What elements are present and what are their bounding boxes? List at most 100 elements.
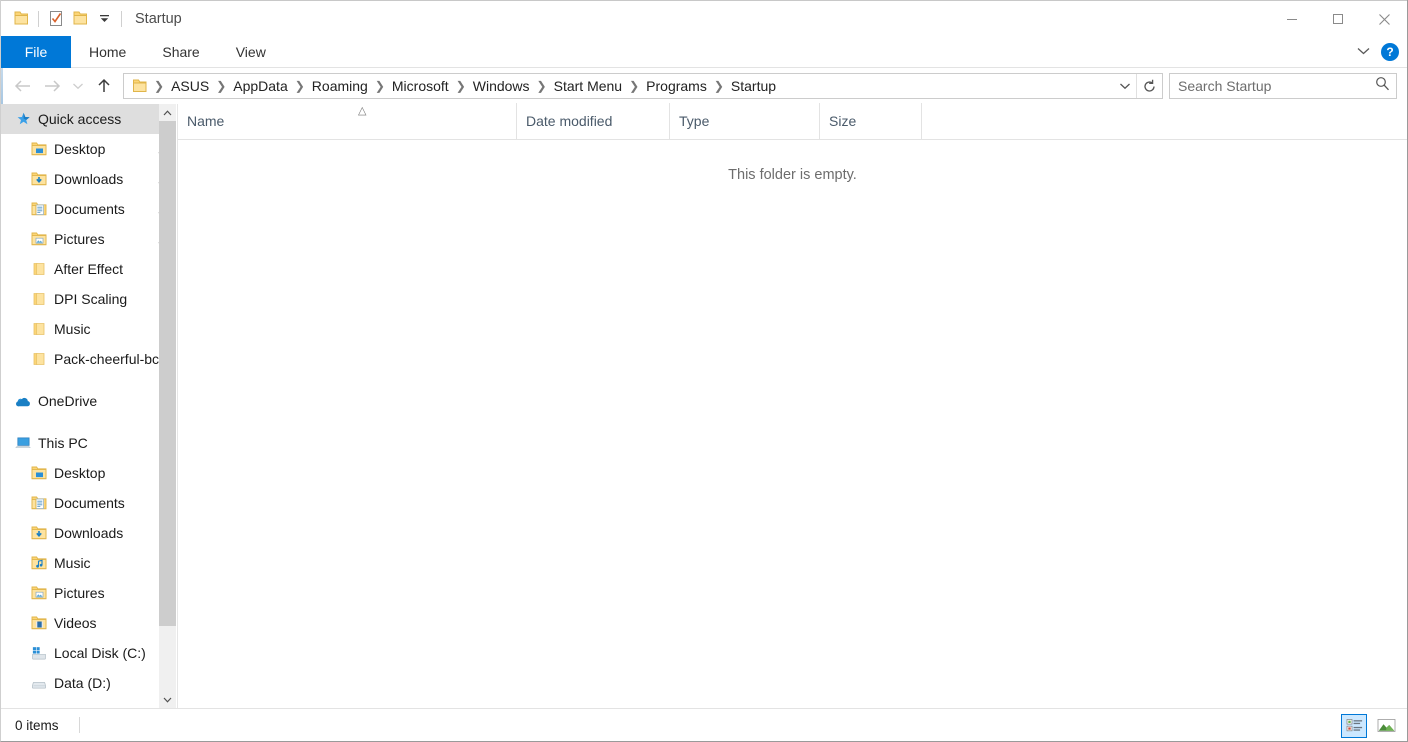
sidebar-item-label: Videos <box>54 615 97 631</box>
sidebar-item-label: DPI Scaling <box>54 291 128 307</box>
tab-share[interactable]: Share <box>144 36 217 68</box>
folder-documents-icon <box>31 495 47 511</box>
breadcrumb-item-programs[interactable]: Programs <box>641 75 712 97</box>
new-folder-checkbox-icon[interactable] <box>44 7 68 31</box>
sidebar-item-qa-downloads[interactable]: Downloads <box>1 164 176 194</box>
sidebar-item-this-pc[interactable]: This PC <box>1 428 176 458</box>
sidebar-item-local-disk-c[interactable]: Local Disk (C:) <box>1 638 176 668</box>
breadcrumb-separator[interactable]: ❯ <box>373 75 387 97</box>
qat-divider-1 <box>38 10 39 27</box>
sidebar-item-qa-desktop[interactable]: Desktop <box>1 134 176 164</box>
sidebar-item-pc-videos[interactable]: Videos <box>1 608 176 638</box>
sidebar-item-qa-dpi-scaling[interactable]: DPI Scaling <box>1 284 176 314</box>
breadcrumb-separator[interactable]: ❯ <box>454 75 468 97</box>
sidebar-item-label: Quick access <box>38 111 122 127</box>
navigation-pane-scrollbar[interactable] <box>159 104 176 708</box>
breadcrumb-item-startup[interactable]: Startup <box>726 75 781 97</box>
empty-folder-message: This folder is empty. <box>728 167 857 183</box>
address-bar[interactable]: ❯ ASUS ❯ AppData ❯ Roaming ❯ Microsoft ❯… <box>123 73 1163 99</box>
large-icons-view-button[interactable] <box>1373 714 1399 738</box>
scroll-down-arrow-icon[interactable] <box>159 691 176 708</box>
sidebar-item-qa-documents[interactable]: Documents <box>1 194 176 224</box>
details-view-button[interactable] <box>1341 713 1367 738</box>
sort-ascending-icon: △ <box>358 105 367 117</box>
windows-drive-icon <box>31 645 47 661</box>
help-button[interactable]: ? <box>1381 43 1399 61</box>
breadcrumb-item-start-menu[interactable]: Start Menu <box>549 75 627 97</box>
search-input[interactable] <box>1178 78 1375 94</box>
folder-icon <box>31 321 47 337</box>
scrollbar-track[interactable] <box>159 121 176 691</box>
folder-pictures-icon <box>31 585 47 601</box>
refresh-button[interactable] <box>1136 74 1162 98</box>
this-pc-icon <box>15 435 31 451</box>
sidebar-item-label: OneDrive <box>38 393 98 409</box>
breadcrumb: ❯ ASUS ❯ AppData ❯ Roaming ❯ Microsoft ❯… <box>124 74 1114 98</box>
customize-quick-access-chevron-icon[interactable] <box>92 7 116 31</box>
breadcrumb-separator[interactable]: ❯ <box>627 75 641 97</box>
breadcrumb-separator[interactable]: ❯ <box>712 75 726 97</box>
sidebar-item-qa-pictures[interactable]: Pictures <box>1 224 176 254</box>
breadcrumb-item-windows[interactable]: Windows <box>468 75 535 97</box>
sidebar-item-qa-after-effect[interactable]: After Effect <box>1 254 176 284</box>
address-dropdown-chevron-icon[interactable] <box>1114 74 1136 98</box>
sidebar-item-label: Downloads <box>54 525 124 541</box>
sidebar-item-label: Desktop <box>54 465 106 481</box>
breadcrumb-item-appdata[interactable]: AppData <box>228 75 292 97</box>
column-header-name[interactable]: Name △ <box>178 103 517 139</box>
breadcrumb-separator[interactable]: ❯ <box>535 75 549 97</box>
properties-folder-icon[interactable] <box>9 7 33 31</box>
expand-ribbon-chevron-icon[interactable] <box>1356 43 1371 61</box>
tab-home[interactable]: Home <box>71 36 144 68</box>
sidebar-item-data-d[interactable]: Data (D:) <box>1 668 176 698</box>
sidebar-item-pc-documents[interactable]: Documents <box>1 488 176 518</box>
scrollbar-thumb[interactable] <box>159 121 176 626</box>
sidebar-item-qa-music[interactable]: Music <box>1 314 176 344</box>
sidebar-item-onedrive[interactable]: OneDrive <box>1 386 176 416</box>
column-header-label: Date modified <box>526 113 613 129</box>
drive-icon <box>31 675 47 691</box>
tab-view[interactable]: View <box>218 36 284 68</box>
file-list-pane: Name △ Date modified Type Size This fold… <box>177 103 1407 708</box>
sidebar-item-label: Local Disk (C:) <box>54 645 146 661</box>
navigation-tree: Quick access Desktop Downloads Documents… <box>1 104 176 698</box>
sidebar-item-pc-pictures[interactable]: Pictures <box>1 578 176 608</box>
item-count-label: 0 items <box>15 717 59 733</box>
breadcrumb-separator[interactable]: ❯ <box>214 75 228 97</box>
up-button[interactable] <box>89 72 119 100</box>
title-bar: Startup <box>1 0 1407 36</box>
breadcrumb-item-roaming[interactable]: Roaming <box>307 75 373 97</box>
breadcrumb-item-microsoft[interactable]: Microsoft <box>387 75 454 97</box>
sidebar-item-pc-downloads[interactable]: Downloads <box>1 518 176 548</box>
breadcrumb-folder-icon[interactable] <box>128 75 152 97</box>
breadcrumb-separator[interactable]: ❯ <box>293 75 307 97</box>
search-box[interactable] <box>1169 73 1397 99</box>
recent-locations-chevron-icon[interactable] <box>67 72 89 100</box>
search-icon[interactable] <box>1375 76 1390 96</box>
column-header-type[interactable]: Type <box>670 103 820 139</box>
folder-icon <box>31 291 47 307</box>
folder-icon[interactable] <box>68 7 92 31</box>
window-title: Startup <box>135 10 182 27</box>
column-header-size[interactable]: Size <box>820 103 922 139</box>
sidebar-item-label: This PC <box>38 435 88 451</box>
star-pin-icon <box>15 111 31 127</box>
sidebar-item-qa-pack-cheerful[interactable]: Pack-cheerful-bc <box>1 344 176 374</box>
tab-file[interactable]: File <box>1 36 71 68</box>
sidebar-item-pc-desktop[interactable]: Desktop <box>1 458 176 488</box>
sidebar-item-label: Documents <box>54 201 125 217</box>
close-button[interactable] <box>1361 1 1407 37</box>
maximize-button[interactable] <box>1315 1 1361 37</box>
sidebar-item-label: Downloads <box>54 171 124 187</box>
breadcrumb-item-asus[interactable]: ASUS <box>166 75 214 97</box>
column-header-date-modified[interactable]: Date modified <box>517 103 670 139</box>
breadcrumb-separator[interactable]: ❯ <box>152 75 166 97</box>
back-button[interactable] <box>7 72 37 100</box>
minimize-button[interactable] <box>1269 1 1315 37</box>
forward-button[interactable] <box>37 72 67 100</box>
sidebar-item-quick-access[interactable]: Quick access <box>1 104 176 134</box>
sidebar-item-pc-music[interactable]: Music <box>1 548 176 578</box>
folder-music-icon <box>31 555 47 571</box>
scroll-up-arrow-icon[interactable] <box>159 104 176 121</box>
